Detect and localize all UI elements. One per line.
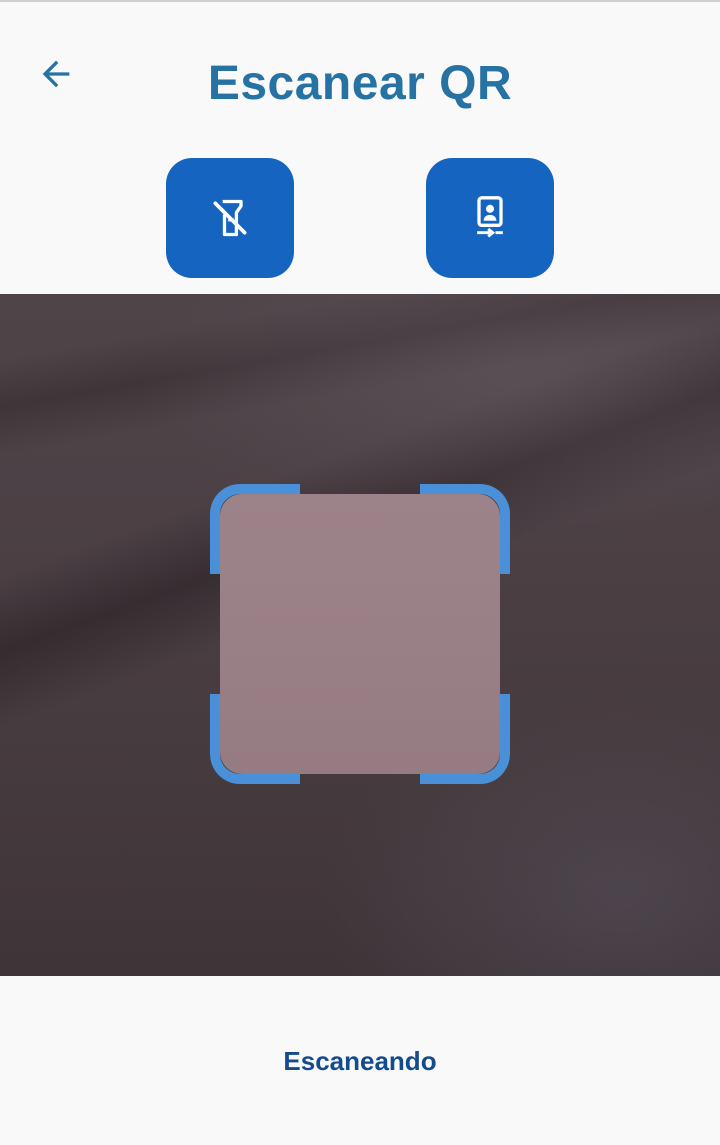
scan-corner-bottom-left [210, 694, 300, 784]
top-divider [0, 0, 720, 2]
scan-status-text: Escaneando [283, 1046, 437, 1076]
scan-corner-top-left [210, 484, 300, 574]
scan-corner-top-right [420, 484, 510, 574]
flash-toggle-button[interactable] [166, 158, 294, 278]
flashlight-off-icon [213, 199, 247, 237]
switch-camera-button[interactable] [426, 158, 554, 278]
camera-preview[interactable] [0, 294, 720, 976]
scan-frame [210, 484, 510, 784]
switch-camera-icon [477, 196, 503, 238]
page-title: Escanear QR [207, 57, 513, 110]
scan-corner-bottom-right [420, 694, 510, 784]
